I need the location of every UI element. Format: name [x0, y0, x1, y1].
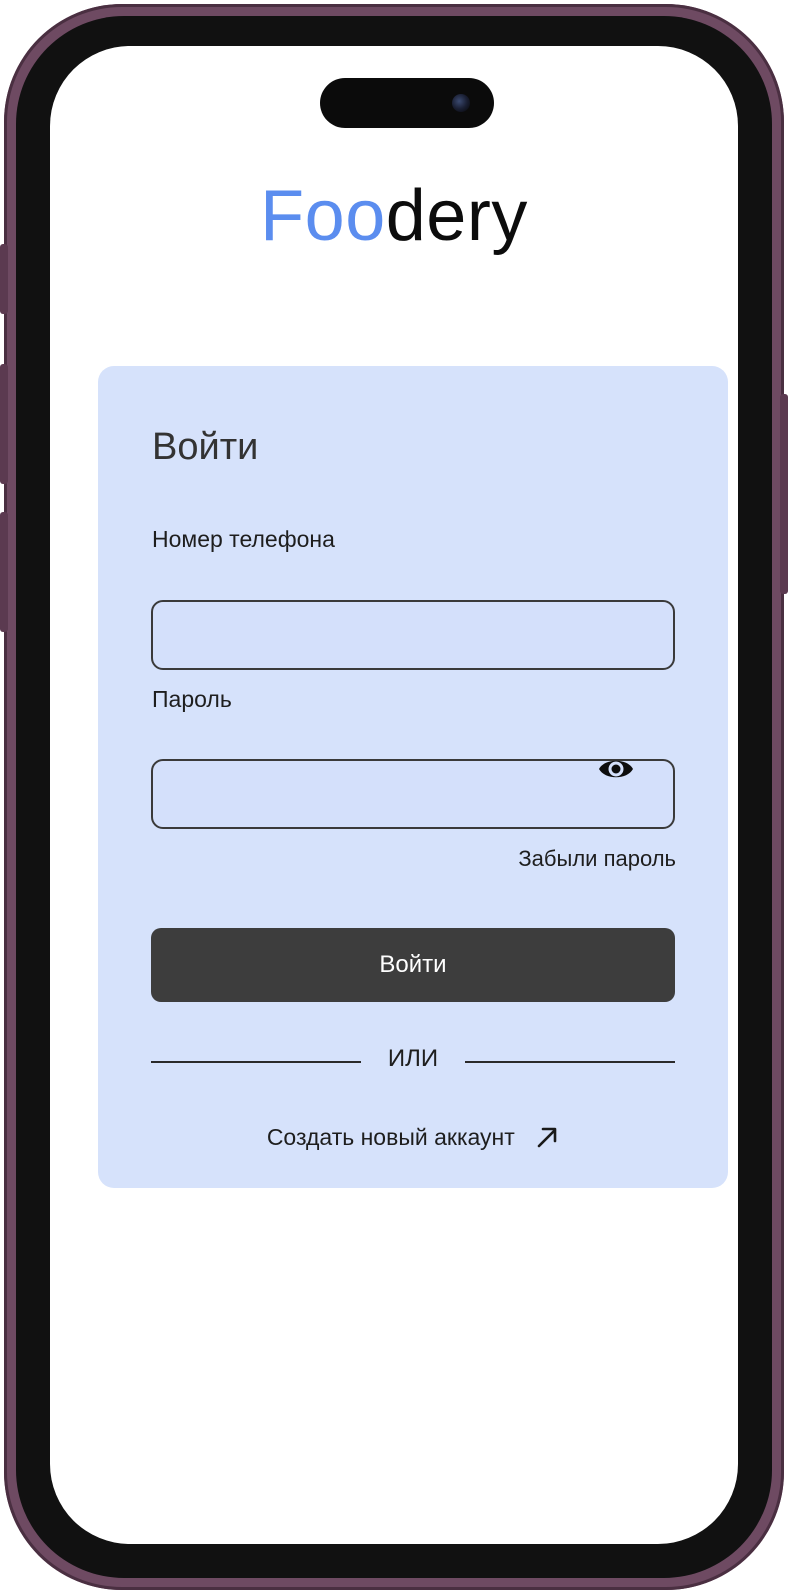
side-button-volume-up [0, 364, 8, 484]
phone-label: Номер телефона [152, 526, 335, 552]
phone-frame: Foodery Войти Номер телефона Пароль Забы… [0, 4, 788, 1590]
dynamic-island [320, 78, 494, 128]
arrow-up-right-icon [537, 1127, 557, 1148]
divider-or-text: ИЛИ [387, 1045, 439, 1072]
side-button-action [0, 244, 8, 314]
login-button[interactable]: Войти [151, 928, 675, 1002]
eye-icon[interactable] [598, 755, 634, 783]
password-input[interactable] [151, 759, 675, 829]
divider-line-right [465, 1061, 675, 1063]
password-label: Пароль [152, 686, 232, 712]
phone-screen: Foodery Войти Номер телефона Пароль Забы… [50, 46, 738, 1544]
logo-accent-text: Foo [260, 176, 386, 256]
login-card: Войти Номер телефона Пароль Забыли парол… [98, 366, 728, 1188]
forgot-password-link[interactable]: Забыли пароль [518, 846, 676, 872]
phone-input[interactable] [151, 600, 675, 670]
app-logo: Foodery [50, 176, 738, 256]
logo-rest-text: dery [385, 176, 528, 256]
side-button-volume-down [0, 512, 8, 632]
front-camera-icon [452, 94, 470, 112]
create-account-label: Создать новый аккаунт [266, 1124, 515, 1150]
phone-bezel: Foodery Войти Номер телефона Пароль Забы… [16, 16, 772, 1578]
create-account-link[interactable]: Создать новый аккаунт [98, 1124, 728, 1151]
login-title: Войти [152, 426, 259, 468]
side-button-power [780, 394, 788, 594]
